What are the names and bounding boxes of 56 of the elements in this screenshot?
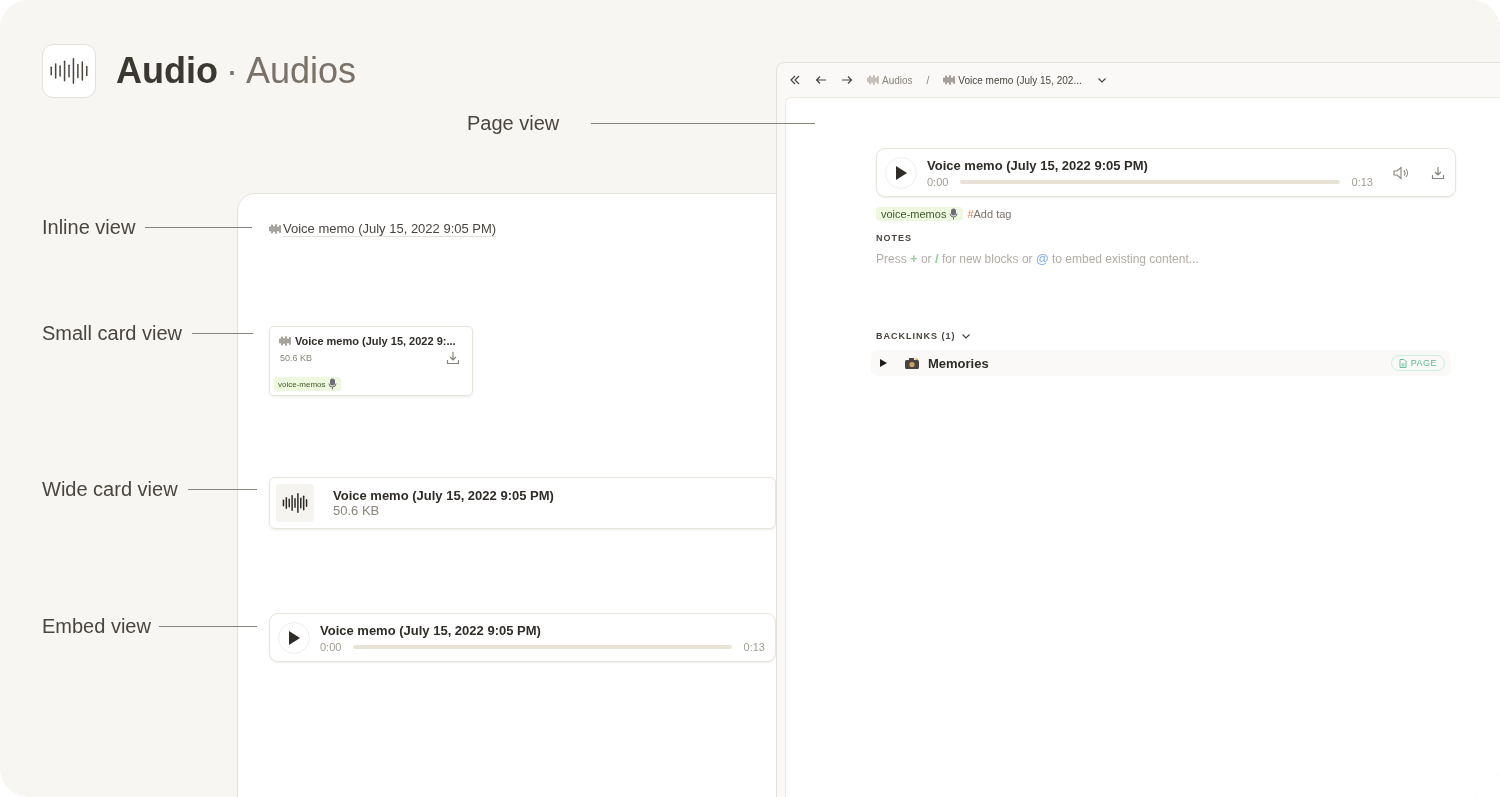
page-subtitle: Audios (246, 50, 357, 91)
audio-title: Voice memo (July 15, 2022 9:05 PM) (320, 622, 542, 638)
waveform-icon (279, 336, 291, 346)
wide-audio-card[interactable]: Voice memo (July 15, 2022 9:05 PM) 50.6 KB (269, 477, 776, 529)
download-icon[interactable] (446, 351, 460, 365)
duration-time: 0:13 (743, 640, 765, 653)
section-heading: BACKLINKS (1) (876, 331, 956, 341)
file-size: 50.6 KB (333, 503, 381, 518)
tag-chip[interactable]: voice-memos (274, 377, 341, 391)
audio-link[interactable]: Voice memo (July 15, 2022 9:05 PM) (283, 221, 497, 237)
page-icon (1398, 358, 1407, 368)
view-label: Embed view (42, 615, 151, 638)
leader-line (192, 333, 254, 334)
progress-track[interactable] (353, 644, 732, 649)
view-label: Wide card view (42, 478, 178, 501)
play-button[interactable] (278, 621, 310, 654)
waveform-icon (867, 75, 879, 85)
add-tag-button[interactable]: #Add tag (967, 208, 1012, 220)
waveform-icon (269, 224, 281, 234)
download-icon[interactable] (1431, 165, 1445, 180)
volume-icon[interactable] (1393, 165, 1409, 180)
small-audio-card[interactable]: Voice memo (July 15, 2022 9:... 50.6 KB voice-memos (269, 326, 473, 396)
leader-line (187, 489, 257, 490)
tag-chip[interactable]: voice-memos (876, 207, 964, 221)
card-title: Voice memo (July 15, 2022 9:... (295, 335, 456, 347)
breadcrumb-separator: / (926, 74, 930, 86)
microphone-icon (327, 378, 337, 390)
waveform-icon (943, 75, 956, 85)
audio-title: Voice memo (July 15, 2022 9:05 PM) (927, 157, 1149, 173)
view-label: Inline view (42, 216, 136, 239)
card-title: Voice memo (July 15, 2022 9:05 PM) (333, 488, 554, 503)
duration-time: 0:13 (1351, 175, 1373, 188)
play-button[interactable] (885, 156, 917, 189)
view-label: Small card view (42, 322, 183, 345)
page-title: Audio (116, 50, 218, 91)
file-size: 50.6 KB (280, 353, 313, 363)
title-separator: · (226, 50, 238, 91)
play-icon (287, 629, 301, 646)
backlink-title: Memories (928, 355, 990, 371)
elapsed-time: 0:00 (320, 640, 342, 653)
elapsed-time: 0:00 (927, 175, 949, 188)
view-label: Page view (467, 112, 560, 135)
forward-arrow-icon[interactable] (841, 74, 853, 86)
camera-icon (904, 356, 920, 370)
microphone-icon (949, 208, 959, 220)
expand-triangle-icon[interactable] (878, 358, 888, 368)
collapse-icon[interactable] (789, 74, 801, 86)
breadcrumb-link[interactable]: Audios (867, 74, 913, 86)
breadcrumb-link[interactable]: Voice memo (July 15, 202... (943, 74, 1082, 86)
play-icon (894, 164, 908, 181)
waveform-icon (49, 58, 89, 84)
waveform-icon (282, 493, 308, 513)
section-heading: NOTES (876, 233, 912, 243)
backlink-row[interactable]: Memories PAGE (871, 350, 1451, 376)
progress-track[interactable] (960, 179, 1340, 184)
back-arrow-icon[interactable] (815, 74, 827, 86)
